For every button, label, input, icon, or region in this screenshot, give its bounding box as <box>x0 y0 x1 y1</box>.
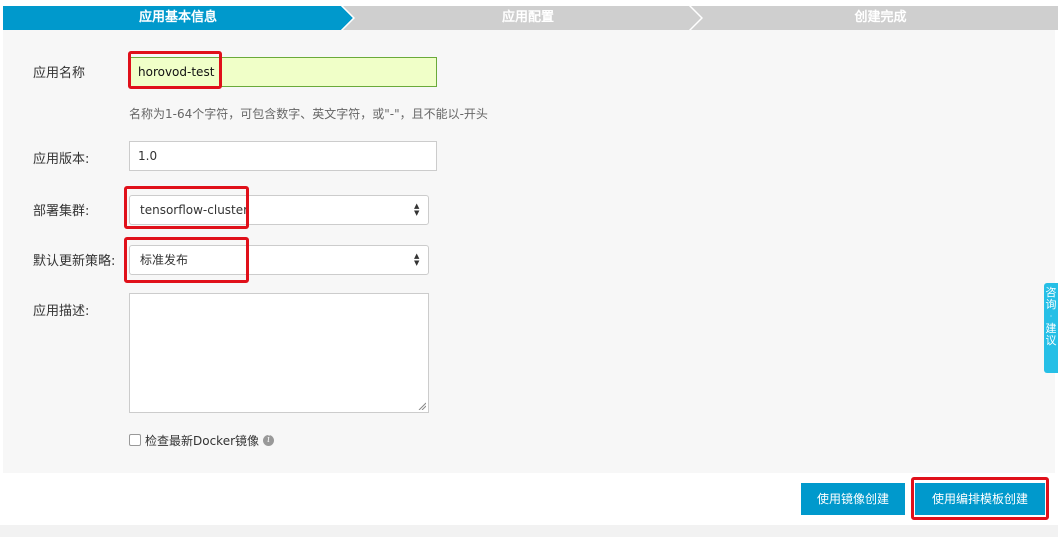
app-version-input[interactable] <box>129 141 437 171</box>
app-version-label: 应用版本: <box>33 152 90 167</box>
highlight-template-button <box>911 477 1049 520</box>
feedback-tab-line1: 咨询 <box>1045 286 1057 311</box>
check-docker-row: 检查最新Docker镜像 i <box>129 432 275 448</box>
feedback-tab[interactable]: 咨询 · 建议 <box>1044 283 1058 373</box>
check-docker-checkbox[interactable] <box>129 434 141 446</box>
form-panel: 应用名称 名称为1-64个字符，可包含数字、英文字符，或"-"，且不能以-开头 … <box>3 30 1055 473</box>
footer-bar <box>0 525 1058 537</box>
resize-grip-icon[interactable] <box>418 402 426 410</box>
description-label: 应用描述: <box>33 304 90 319</box>
wizard-steps: 应用基本信息 应用配置 创建完成 <box>3 6 1058 30</box>
strategy-label: 默认更新策略: <box>33 254 116 269</box>
app-create-page: 应用基本信息 应用配置 创建完成 应用名称 名称为1-64个字符，可包含数字、英… <box>0 0 1058 537</box>
description-textarea[interactable] <box>129 293 429 413</box>
step-basic-info: 应用基本信息 <box>138 10 217 25</box>
highlight-cluster <box>124 186 249 229</box>
create-with-image-button[interactable]: 使用镜像创建 <box>801 483 905 515</box>
select-arrows-icon: ▲ ▼ <box>414 202 420 217</box>
app-name-label: 应用名称 <box>33 66 86 81</box>
step-create-done: 创建完成 <box>854 10 907 25</box>
select-arrows-icon: ▲ ▼ <box>414 252 420 267</box>
app-name-hint: 名称为1-64个字符，可包含数字、英文字符，或"-"，且不能以-开头 <box>129 107 488 121</box>
highlight-strategy <box>124 237 249 283</box>
feedback-tab-line2: 建议 <box>1045 322 1057 347</box>
cluster-label: 部署集群: <box>33 204 90 219</box>
check-docker-label: 检查最新Docker镜像 <box>145 433 260 448</box>
info-icon[interactable]: i <box>263 434 275 446</box>
highlight-app-name <box>128 51 222 89</box>
step-app-config: 应用配置 <box>501 10 554 25</box>
